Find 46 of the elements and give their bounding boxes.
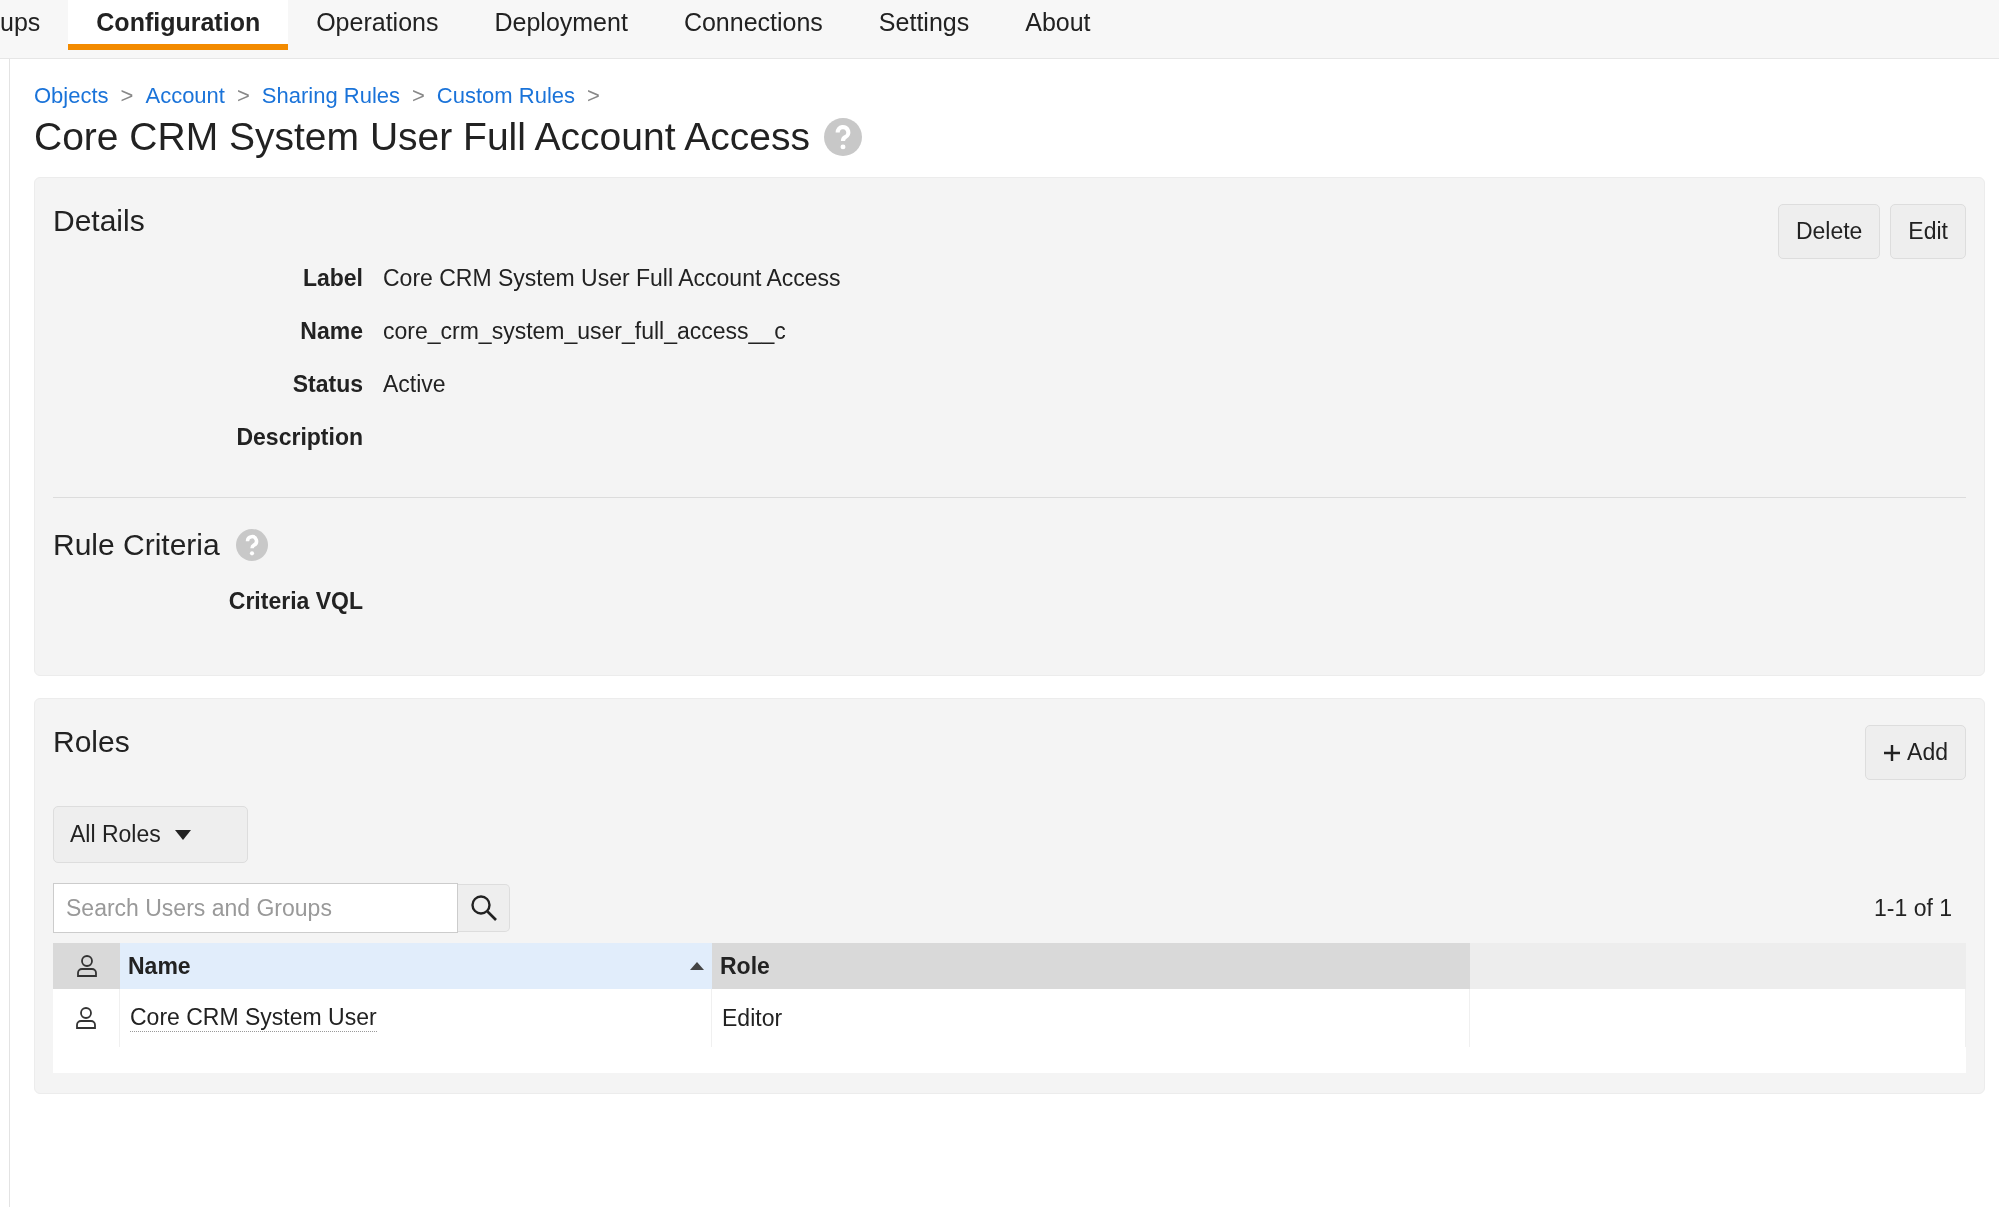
nav-tab[interactable]: Operations	[288, 0, 467, 50]
field-label: Status	[291, 371, 363, 398]
breadcrumb-link[interactable]: Account	[145, 83, 225, 109]
nav-tab[interactable]: ups	[0, 0, 69, 50]
breadcrumb-separator: >	[236, 83, 250, 109]
person-icon	[75, 954, 98, 978]
sort-icon	[690, 962, 704, 970]
caret-icon	[174, 829, 191, 840]
nav-tab[interactable]: Connections	[655, 0, 851, 50]
table-cell: Editor	[712, 989, 1470, 1047]
result-count: 1-1 of 1	[1874, 894, 1952, 922]
column-header[interactable]: Name	[120, 943, 712, 989]
search-field[interactable]: Search Users and Groups	[53, 883, 458, 933]
breadcrumb-separator: >	[587, 83, 600, 109]
search-icon	[469, 894, 498, 922]
action-button[interactable]: Edit	[1890, 204, 1966, 259]
help-icon[interactable]	[235, 529, 268, 561]
help-icon[interactable]	[823, 118, 862, 156]
field-label: Criteria VQL	[227, 588, 363, 615]
section-heading: Details	[53, 204, 145, 238]
breadcrumb-link[interactable]: Custom Rules	[436, 83, 575, 109]
field-value: Core CRM System User Full Account Access	[383, 265, 842, 292]
search-button[interactable]	[458, 884, 510, 932]
field-label: Label	[301, 265, 363, 292]
page-title: Core CRM System User Full Account Access	[34, 115, 810, 159]
add-button[interactable]: Add	[1865, 725, 1966, 780]
breadcrumb-link[interactable]: Objects	[34, 83, 109, 109]
person-icon	[75, 1006, 97, 1030]
nav-tab[interactable]: About	[997, 0, 1119, 50]
section-heading: Rule Criteria	[53, 528, 220, 562]
column-header[interactable]: Role	[712, 943, 1470, 989]
action-button[interactable]: Delete	[1777, 204, 1881, 259]
roles-dropdown[interactable]: All Roles	[53, 806, 248, 863]
nav-tab[interactable]: Configuration	[68, 0, 289, 50]
field-value: core_crm_system_user_full_access__c	[383, 318, 787, 345]
plus-icon	[1883, 743, 1902, 762]
breadcrumb-separator: >	[412, 83, 425, 109]
user-link[interactable]: Core CRM System User	[130, 1004, 377, 1032]
breadcrumb-separator: >	[120, 83, 134, 109]
section-heading: Roles	[53, 725, 130, 759]
field-label: Description	[235, 424, 363, 451]
field-label: Name	[299, 318, 363, 345]
nav-tab[interactable]: Deployment	[466, 0, 656, 50]
nav-tab[interactable]: Settings	[850, 0, 998, 50]
field-value: Active	[383, 371, 447, 398]
breadcrumb-link[interactable]: Sharing Rules	[261, 83, 400, 109]
